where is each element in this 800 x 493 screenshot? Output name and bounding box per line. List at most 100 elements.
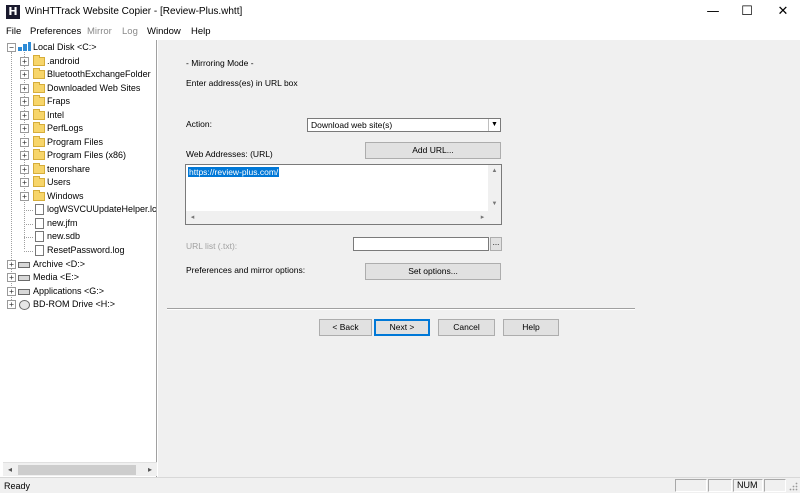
url-list-input[interactable] xyxy=(353,237,489,251)
expand-icon[interactable]: + xyxy=(20,178,29,187)
status-bar: Ready NUM xyxy=(0,477,800,493)
close-button[interactable]: ✕ xyxy=(766,0,800,24)
set-options-button[interactable]: Set options... xyxy=(365,263,501,280)
menu-window[interactable]: Window xyxy=(147,26,181,37)
expand-icon[interactable]: + xyxy=(20,97,29,106)
directory-tree[interactable]: − Local Disk <C:> + .android + Bluetooth… xyxy=(3,40,157,477)
tree-horizontal-scrollbar[interactable]: ◂ ▸ xyxy=(3,462,157,476)
resize-grip-icon[interactable] xyxy=(788,481,798,491)
maximize-button[interactable]: ☐ xyxy=(730,0,764,24)
tree-item-label: BD-ROM Drive <H:> xyxy=(33,299,116,309)
tree-item-intel[interactable]: + Intel xyxy=(3,109,156,122)
tree-item-android[interactable]: + .android xyxy=(3,55,156,68)
tree-item-windows[interactable]: + Windows xyxy=(3,190,156,203)
tree-item-fraps[interactable]: + Fraps xyxy=(3,95,156,108)
folder-icon xyxy=(33,68,45,79)
tree-item-local-disk-c[interactable]: − Local Disk <C:> xyxy=(3,41,156,54)
tree-item-downloaded-web-sites[interactable]: + Downloaded Web Sites xyxy=(3,82,156,95)
expand-icon[interactable]: + xyxy=(7,273,16,282)
tree-item-label: Archive <D:> xyxy=(33,259,86,269)
tree-item-perflogs[interactable]: + PerfLogs xyxy=(3,122,156,135)
scroll-up-icon[interactable]: ▲ xyxy=(488,165,501,178)
tree-item-label: new.jfm xyxy=(47,218,78,228)
cancel-button[interactable]: Cancel xyxy=(438,319,495,336)
menu-log[interactable]: Log xyxy=(122,26,138,37)
status-cell-ovr xyxy=(764,479,786,492)
tree-item-label: .android xyxy=(47,56,80,66)
collapse-icon[interactable]: − xyxy=(7,43,16,52)
tree-item-label: Program Files (x86) xyxy=(47,150,127,160)
tree-item-users[interactable]: + Users xyxy=(3,176,156,189)
folder-icon xyxy=(33,136,45,147)
add-url-button[interactable]: Add URL... xyxy=(365,142,501,159)
tree-item-label: BluetoothExchangeFolder xyxy=(47,69,151,79)
menu-help[interactable]: Help xyxy=(191,26,211,37)
tree-item-label: PerfLogs xyxy=(47,123,84,133)
folder-icon xyxy=(33,82,45,93)
web-addresses-label: Web Addresses: (URL) xyxy=(186,149,273,159)
url-horizontal-scrollbar[interactable]: ◂ ▸ xyxy=(186,211,489,224)
expand-icon[interactable]: + xyxy=(20,151,29,160)
file-icon xyxy=(35,245,44,256)
menu-preferences[interactable]: Preferences xyxy=(30,26,81,37)
expand-icon[interactable]: + xyxy=(20,124,29,133)
folder-icon xyxy=(33,95,45,106)
menu-file[interactable]: File xyxy=(6,26,21,37)
tree-item-label: Applications <G:> xyxy=(33,286,105,296)
action-select[interactable]: Download web site(s) ▼ xyxy=(307,118,501,132)
tree-item-label: Media <E:> xyxy=(33,272,80,282)
minimize-button[interactable]: — xyxy=(696,0,730,24)
tree-item-program-files-x86[interactable]: + Program Files (x86) xyxy=(3,149,156,162)
help-button[interactable]: Help xyxy=(503,319,559,336)
scroll-left-icon[interactable]: ◂ xyxy=(3,463,17,477)
folder-icon xyxy=(33,176,45,187)
scroll-right-icon[interactable]: ▸ xyxy=(143,463,157,477)
tree-item-new-sdb[interactable]: new.sdb xyxy=(3,230,156,243)
expand-icon[interactable]: + xyxy=(20,111,29,120)
expand-icon[interactable]: + xyxy=(20,84,29,93)
action-select-value: Download web site(s) xyxy=(311,120,393,130)
tree-item-reset-password-log[interactable]: ResetPassword.log xyxy=(3,244,156,257)
scrollbar-thumb[interactable] xyxy=(18,465,136,475)
expand-icon[interactable]: + xyxy=(7,300,16,309)
scrollbar-corner xyxy=(488,211,501,224)
action-label: Action: xyxy=(186,119,212,129)
preferences-label: Preferences and mirror options: xyxy=(186,265,306,275)
tree-item-label: Program Files xyxy=(47,137,104,147)
folder-icon xyxy=(33,55,45,66)
expand-icon[interactable]: + xyxy=(7,260,16,269)
folder-icon xyxy=(33,149,45,160)
expand-icon[interactable]: + xyxy=(20,57,29,66)
tree-item-label: tenorshare xyxy=(47,164,91,174)
scroll-left-icon[interactable]: ◂ xyxy=(186,211,199,224)
url-list-label: URL list (.txt): xyxy=(186,241,238,251)
url-textarea[interactable]: https://review-plus.com/ ▲ ▼ ◂ ▸ xyxy=(185,164,502,225)
tree-item-label: Downloaded Web Sites xyxy=(47,83,141,93)
browse-button[interactable]: ... xyxy=(490,237,502,251)
tree-item-program-files[interactable]: + Program Files xyxy=(3,136,156,149)
next-button[interactable]: Next > xyxy=(374,319,430,336)
url-text[interactable]: https://review-plus.com/ xyxy=(188,167,280,177)
expand-icon[interactable]: + xyxy=(7,287,16,296)
tree-item-new-jfm[interactable]: new.jfm xyxy=(3,217,156,230)
tree-item-logwsvcu[interactable]: logWSVCUUpdateHelper.lc xyxy=(3,203,156,216)
menu-mirror[interactable]: Mirror xyxy=(87,26,112,37)
num-lock-indicator: NUM xyxy=(733,479,763,492)
tree-item-bd-rom-h[interactable]: + BD-ROM Drive <H:> xyxy=(3,298,156,311)
scroll-down-icon[interactable]: ▼ xyxy=(488,198,501,211)
back-button[interactable]: < Back xyxy=(319,319,372,336)
expand-icon[interactable]: + xyxy=(20,192,29,201)
expand-icon[interactable]: + xyxy=(20,138,29,147)
tree-item-bluetooth-exchange-folder[interactable]: + BluetoothExchangeFolder xyxy=(3,68,156,81)
expand-icon[interactable]: + xyxy=(20,70,29,79)
title-bar: H WinHTTrack Website Copier - [Review-Pl… xyxy=(0,0,800,24)
chevron-down-icon[interactable]: ▼ xyxy=(488,119,500,131)
tree-item-applications-g[interactable]: + Applications <G:> xyxy=(3,285,156,298)
tree-item-tenorshare[interactable]: + tenorshare xyxy=(3,163,156,176)
url-vertical-scrollbar[interactable]: ▲ ▼ xyxy=(488,165,501,211)
app-icon[interactable]: H xyxy=(6,5,20,19)
tree-item-media-e[interactable]: + Media <E:> xyxy=(3,271,156,284)
expand-icon[interactable]: + xyxy=(20,165,29,174)
tree-item-archive-d[interactable]: + Archive <D:> xyxy=(3,258,156,271)
window-title: WinHTTrack Website Copier - [Review-Plus… xyxy=(25,6,243,17)
